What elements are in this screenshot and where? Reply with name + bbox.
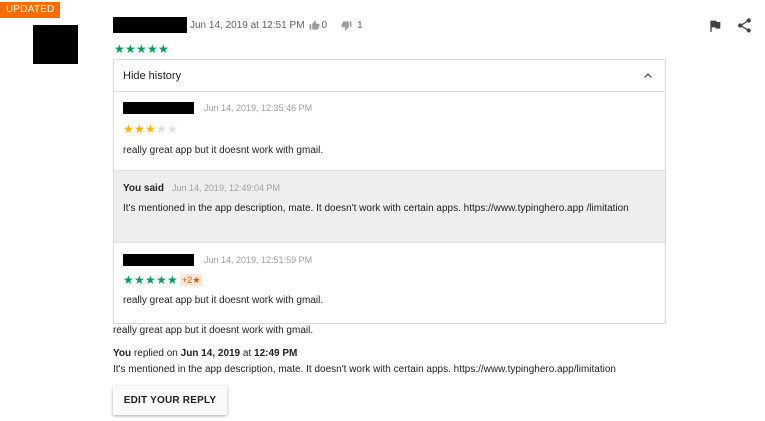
reply-header: You replied on Jun 14, 2019 at 12:49 PM (113, 347, 297, 361)
reply-text: It's mentioned in the app description, m… (113, 364, 616, 375)
star-icon: ★ (125, 42, 136, 56)
reply-at: at (242, 348, 252, 359)
reply-date: Jun 14, 2019 (180, 348, 241, 359)
history-reply-entry: You said Jun 14, 2019, 12:49:04 PM It's … (114, 171, 665, 243)
star-icon: ★ (156, 122, 167, 136)
history-entry: Jun 14, 2019, 12:51:59 PM ★ ★ ★ ★ ★ +2★ … (114, 243, 665, 322)
rating-change-badge: +2★ (180, 274, 203, 286)
star-icon: ★ (167, 122, 178, 136)
history-entry-stars: ★ ★ ★ ★ ★ +2★ (123, 274, 656, 286)
edit-reply-button[interactable]: EDIT YOUR REPLY (113, 386, 227, 415)
star-icon: ★ (147, 42, 158, 56)
thumbs-up-icon (308, 19, 320, 30)
redacted-reviewer-name (123, 102, 194, 114)
current-review-text: really great app but it doesnt work with… (113, 325, 314, 336)
star-icon: ★ (134, 122, 145, 136)
thumbs-up-button[interactable]: 0 (308, 19, 328, 31)
star-icon: ★ (145, 273, 156, 287)
star-icon: ★ (158, 42, 169, 56)
history-entry-stars: ★ ★ ★ ★ ★ (123, 123, 656, 135)
reply-replied-on: replied on (133, 348, 178, 359)
history-toggle[interactable]: Hide history (114, 60, 665, 92)
history-entry-date: Jun 14, 2019, 12:35:46 PM (204, 103, 313, 113)
reply-time: 12:49 PM (254, 348, 298, 359)
history-entry-author: You said (123, 182, 164, 194)
star-icon: ★ (134, 273, 145, 287)
flag-icon (710, 20, 721, 32)
star-icon: ★ (145, 122, 156, 136)
star-icon: ★ (123, 122, 134, 136)
history-entry-text: It's mentioned in the app description, m… (123, 203, 629, 214)
chevron-up-icon (644, 72, 652, 78)
thumbs-down-button[interactable]: 1 (341, 20, 363, 31)
history-panel: Hide history Jun 14, 2019, 12:35:46 PM ★… (113, 59, 666, 324)
star-icon: ★ (123, 273, 134, 287)
redacted-reviewer-name (123, 254, 194, 266)
star-icon: ★ (136, 42, 147, 56)
history-entry: Jun 14, 2019, 12:35:46 PM ★ ★ ★ ★ ★ real… (114, 92, 665, 171)
flag-button[interactable] (707, 18, 723, 34)
history-toggle-label: Hide history (123, 69, 182, 82)
history-entry-text: really great app but it doesnt work with… (123, 145, 324, 156)
updated-badge: UPDATED (0, 2, 61, 18)
redacted-reviewer-name (113, 17, 187, 33)
thumbs-up-count: 0 (321, 19, 328, 31)
review-actions (707, 17, 753, 34)
thumbs-down-count: 1 (357, 19, 363, 31)
history-entry-date: Jun 14, 2019, 12:49:04 PM (171, 183, 281, 193)
star-icon: ★ (156, 273, 167, 287)
avatar (33, 25, 78, 64)
review-star-rating: ★ ★ ★ ★ ★ (114, 43, 169, 55)
history-entry-date: Jun 14, 2019, 12:51:59 PM (204, 255, 313, 265)
history-entry-text: really great app but it doesnt work with… (123, 295, 324, 306)
star-icon: ★ (114, 42, 125, 56)
review-date: Jun 14, 2019 at 12:51 PM (190, 19, 305, 31)
history-entry-header: Jun 14, 2019, 12:51:59 PM (123, 243, 656, 267)
star-icon: ★ (167, 273, 178, 287)
share-button[interactable] (736, 17, 753, 34)
history-entry-header: Jun 14, 2019, 12:35:46 PM (123, 92, 656, 115)
thumbs-down-icon (341, 20, 352, 31)
reply-author: You (113, 348, 132, 359)
review-header: Jun 14, 2019 at 12:51 PM 0 1 (113, 17, 363, 33)
share-icon (738, 18, 751, 33)
history-entry-header: You said Jun 14, 2019, 12:49:04 PM (123, 171, 656, 195)
